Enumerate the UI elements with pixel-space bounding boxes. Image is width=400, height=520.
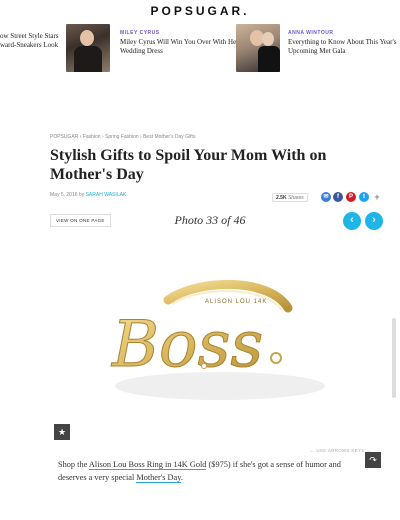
arrow-keys-hint: ← USE ARROWS KEYS → [310, 448, 371, 453]
share-count-number: 2.5K [276, 195, 287, 201]
promo-image-body [74, 46, 102, 72]
popsugar-logo[interactable]: POPSUGAR. [150, 4, 249, 18]
promo-image-face [80, 30, 94, 46]
more-share-icon[interactable]: + [372, 192, 382, 202]
ring-engraving: ALISON LOU 14K [205, 299, 267, 305]
promo-image-face [262, 32, 274, 46]
byline-by: by [78, 192, 85, 198]
photo-counter: Photo 33 of 46 [174, 213, 246, 227]
breadcrumb[interactable]: POPSUGAR › Fashion › Spring Fashion › Be… [50, 134, 195, 140]
gallery-photo[interactable]: ALISON LOU 14K Boss [50, 238, 390, 448]
promo-image-met-gala[interactable] [236, 24, 280, 72]
promo-strip: ow Street Style Stars ward-Sneakers Look… [0, 24, 400, 72]
promo-kicker: MILEY CYRUS [120, 30, 160, 36]
promo-kicker: ANNA WINTOUR [288, 30, 334, 36]
byline: May 5, 2016 by SARAH WASILAK [50, 192, 126, 198]
author-link[interactable]: SARAH WASILAK [86, 192, 127, 198]
promo-item-anna[interactable]: ANNA WINTOUR Everything to Know About Th… [288, 30, 400, 56]
boss-ring-image: ALISON LOU 14K Boss [111, 280, 325, 400]
star-icon[interactable]: ★ [54, 424, 70, 440]
previous-photo-button[interactable]: ‹ [343, 212, 361, 230]
mothers-day-link[interactable]: Mother's Day [136, 473, 181, 483]
share-count: 2.5K Shares [272, 193, 308, 202]
promo-headline[interactable]: Everything to Know About This Year's Upc… [288, 38, 400, 56]
email-share-icon[interactable]: ✉ [321, 192, 331, 202]
promo-partial-line1: ow Street Style Stars [0, 32, 59, 40]
photo-caption: Shop the Alison Lou Boss Ring in 14K Gol… [58, 458, 366, 484]
promo-headline[interactable]: Miley Cyrus Will Win You Over With Her W… [120, 38, 240, 56]
promo-image-body [258, 46, 280, 72]
facebook-share-icon[interactable]: f [333, 192, 343, 202]
publish-date: May 5, 2016 [50, 192, 78, 198]
promo-partial-line2: ward-Sneakers Look [0, 41, 59, 49]
next-photo-button[interactable]: › [365, 212, 383, 230]
promo-item-partial[interactable]: ow Street Style Stars ward-Sneakers Look [0, 32, 64, 50]
caption-text: Shop the [58, 460, 89, 469]
ring-script-word: Boss [111, 308, 263, 382]
scrollbar[interactable] [392, 318, 396, 398]
promo-item-miley[interactable]: MILEY CYRUS Miley Cyrus Will Win You Ove… [120, 30, 240, 56]
share-icon[interactable]: ↷ [365, 452, 381, 468]
top-bar: POPSUGAR. [0, 0, 400, 22]
share-count-label: Shares [287, 195, 304, 201]
promo-image-miley[interactable] [66, 24, 110, 72]
twitter-share-icon[interactable]: t [359, 192, 369, 202]
page-title: Stylish Gifts to Spoil Your Mom With on … [50, 147, 327, 183]
view-on-one-page-button[interactable]: VIEW ON ONE PAGE [50, 214, 111, 227]
pinterest-share-icon[interactable]: P [346, 192, 356, 202]
product-link[interactable]: Alison Lou Boss Ring in 14K Gold [88, 460, 207, 470]
caption-text: . [180, 473, 183, 482]
